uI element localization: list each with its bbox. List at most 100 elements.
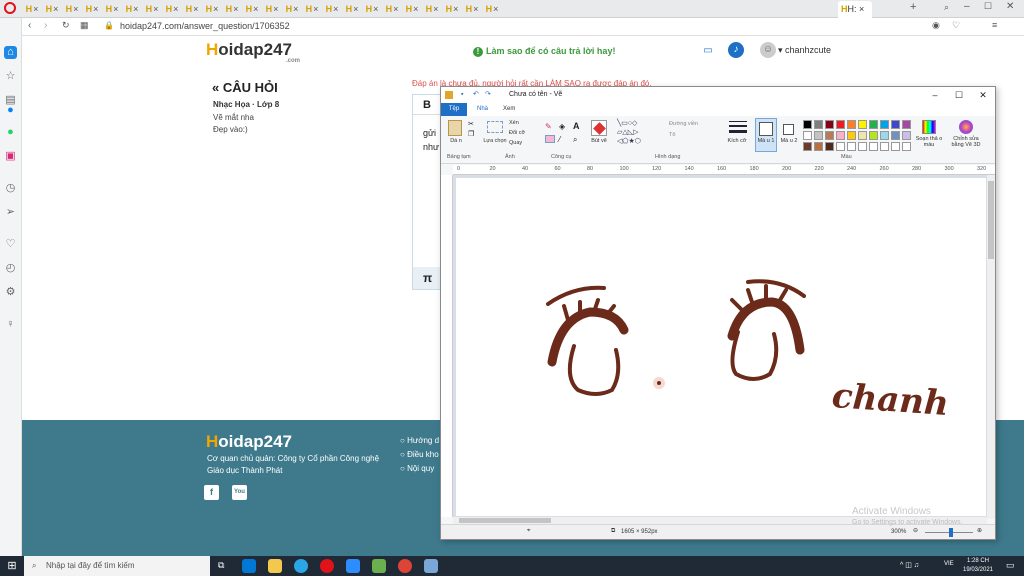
paint-close-icon[interactable]: ✕: [973, 87, 993, 103]
copy-icon[interactable]: ❐: [468, 130, 474, 138]
drawing-canvas[interactable]: chanh: [456, 178, 986, 516]
tab-active[interactable]: HH: ×: [838, 1, 872, 18]
tab-close-icon[interactable]: ×: [153, 4, 158, 14]
size-icon[interactable]: [729, 120, 747, 136]
paste-button[interactable]: Dá n: [447, 138, 465, 144]
color2-button[interactable]: Mà u 2: [779, 138, 799, 144]
magnifier-icon[interactable]: ⌕: [573, 135, 577, 145]
crop-button[interactable]: Xén: [509, 120, 519, 126]
send-icon[interactable]: ➢: [4, 206, 17, 219]
browser-tab[interactable]: H×: [124, 2, 140, 16]
shapes-gallery[interactable]: ╲▭○◇ ▱△◺▷ ◁⬠★⬡: [617, 119, 661, 149]
youtube-icon[interactable]: You: [232, 485, 247, 500]
browser-tab[interactable]: H×: [384, 2, 400, 16]
footer-link-terms[interactable]: ○ Điều kho: [400, 450, 439, 459]
lightbulb-icon[interactable]: ♀: [4, 318, 17, 331]
facebook-icon[interactable]: f: [204, 485, 219, 500]
windows-start-icon[interactable]: ⊞: [0, 556, 24, 576]
browser-tab[interactable]: H×: [284, 2, 300, 16]
eraser-icon[interactable]: [545, 135, 555, 143]
tab-close-icon[interactable]: ×: [413, 4, 418, 14]
whatsapp-icon[interactable]: ●: [4, 126, 17, 139]
browser-tab[interactable]: H×: [104, 2, 120, 16]
app-icon[interactable]: [372, 559, 386, 573]
tab-close-icon[interactable]: ×: [373, 4, 378, 14]
edit-colors-icon[interactable]: [922, 120, 936, 134]
tip-link[interactable]: ! Làm sao để có câu trả lời hay!: [473, 46, 615, 57]
color1-button[interactable]: Mà u 1: [755, 138, 777, 144]
fill-icon[interactable]: ◈: [559, 122, 565, 131]
forward-icon[interactable]: ›: [44, 20, 47, 31]
color-swatch[interactable]: [891, 131, 900, 140]
chrome-app-icon[interactable]: [398, 559, 412, 573]
site-logo[interactable]: Hoidap247 .com: [206, 40, 300, 64]
tab-close-icon[interactable]: ×: [113, 4, 118, 14]
vertical-scrollbar[interactable]: [987, 175, 995, 519]
browser-tab[interactable]: H×: [464, 2, 480, 16]
math-button[interactable]: π: [423, 271, 432, 285]
footer-logo[interactable]: Hoidap247: [206, 432, 292, 452]
browser-tab[interactable]: H×: [44, 2, 60, 16]
select-icon[interactable]: [487, 121, 503, 133]
browser-tab[interactable]: H×: [304, 2, 320, 16]
color-swatch[interactable]: [891, 142, 900, 151]
color-swatch[interactable]: [869, 131, 878, 140]
history-icon[interactable]: ◴: [4, 262, 17, 275]
avatar[interactable]: ☺: [760, 42, 776, 58]
fill-button[interactable]: Tô: [669, 132, 675, 138]
color-swatch[interactable]: [814, 142, 823, 151]
tab-view[interactable]: Xem: [503, 103, 515, 116]
text-icon[interactable]: A: [573, 121, 580, 131]
star-icon[interactable]: ☆: [4, 70, 17, 83]
menu-icon[interactable]: ≡: [992, 20, 997, 30]
color-swatch[interactable]: [880, 120, 889, 129]
browser-tab[interactable]: H×: [424, 2, 440, 16]
browser-tab[interactable]: H×: [64, 2, 80, 16]
browser-tab[interactable]: H×: [164, 2, 180, 16]
heart-icon[interactable]: ♡: [952, 20, 960, 31]
rotate-button[interactable]: Quay: [509, 140, 522, 146]
tab-close-icon[interactable]: ×: [73, 4, 78, 14]
color-swatch[interactable]: [836, 131, 845, 140]
tab-close-icon[interactable]: ×: [393, 4, 398, 14]
color-swatch[interactable]: [825, 120, 834, 129]
outline-button[interactable]: Đường viền: [669, 121, 698, 127]
select-button[interactable]: Lựa chọn: [483, 138, 507, 144]
browser-tab[interactable]: H×: [264, 2, 280, 16]
tab-close-icon[interactable]: ×: [253, 4, 258, 14]
color-swatch[interactable]: [869, 120, 878, 129]
browser-tab[interactable]: H×: [224, 2, 240, 16]
color2-swatch[interactable]: [783, 124, 794, 135]
footer-link-rules[interactable]: ○ Nội quy: [400, 464, 434, 473]
browser-tab[interactable]: H×: [344, 2, 360, 16]
tab-close-icon[interactable]: ×: [93, 4, 98, 14]
reload-icon[interactable]: ↻: [62, 20, 70, 31]
tab-close-icon[interactable]: ×: [213, 4, 218, 14]
edge-app-icon[interactable]: [294, 559, 308, 573]
task-view-icon[interactable]: ⧉: [218, 560, 224, 571]
opera-icon[interactable]: [4, 2, 16, 14]
username[interactable]: ▾ chanhzcute: [778, 45, 831, 56]
tray-icons[interactable]: ^ ◫ ♫: [900, 561, 919, 569]
paste-icon[interactable]: [448, 120, 462, 136]
save-icon[interactable]: ▪: [461, 87, 463, 103]
tab-close-icon[interactable]: ×: [53, 4, 58, 14]
paint-app-taskbar-icon[interactable]: [424, 559, 438, 573]
tab-close-icon[interactable]: ×: [433, 4, 438, 14]
minimize-icon[interactable]: –: [964, 1, 970, 12]
grid-icon[interactable]: ▦: [80, 20, 89, 31]
camera-icon[interactable]: ◉: [932, 20, 940, 31]
browser-tab[interactable]: H×: [244, 2, 260, 16]
undo-icon[interactable]: ↶: [473, 87, 479, 103]
color-swatch[interactable]: [814, 120, 823, 129]
paint3d-icon[interactable]: [959, 120, 973, 134]
tab-close-icon[interactable]: ×: [473, 4, 478, 14]
paint-maximize-icon[interactable]: ☐: [949, 87, 969, 103]
close-icon[interactable]: ✕: [1006, 1, 1014, 12]
bell-icon[interactable]: ♪: [728, 42, 744, 58]
resize-button[interactable]: Đổi cỡ: [509, 130, 525, 136]
color-swatch[interactable]: [869, 142, 878, 151]
browser-tab[interactable]: H×: [144, 2, 160, 16]
color-swatch[interactable]: [814, 131, 823, 140]
messenger-icon[interactable]: ●: [4, 104, 17, 117]
